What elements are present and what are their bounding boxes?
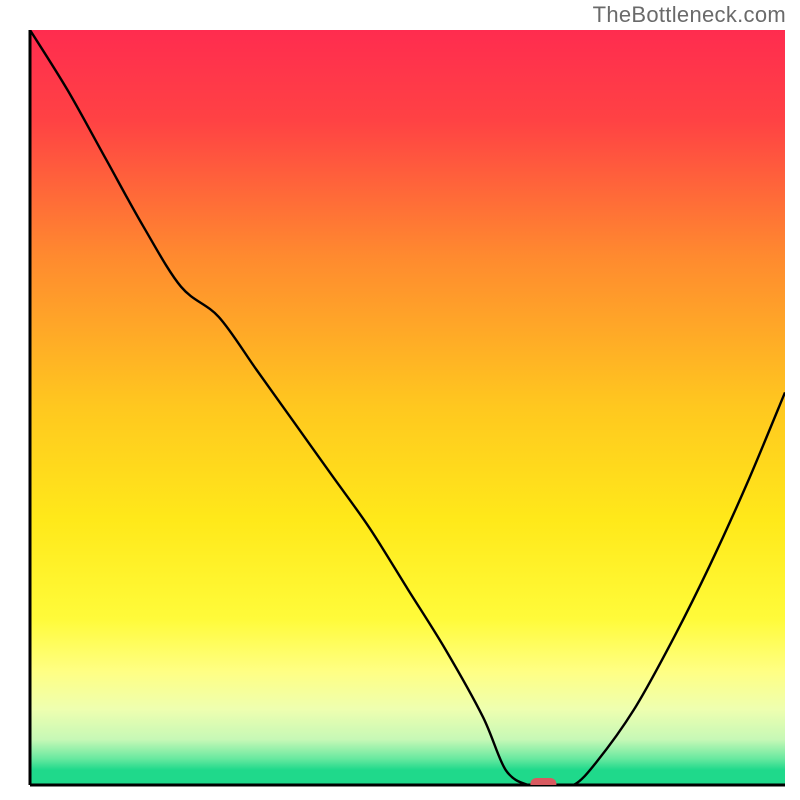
gradient-background xyxy=(30,30,785,785)
optimum-marker xyxy=(530,778,556,790)
chart-canvas xyxy=(0,0,800,800)
watermark-text: TheBottleneck.com xyxy=(593,2,786,28)
bottleneck-chart: TheBottleneck.com xyxy=(0,0,800,800)
